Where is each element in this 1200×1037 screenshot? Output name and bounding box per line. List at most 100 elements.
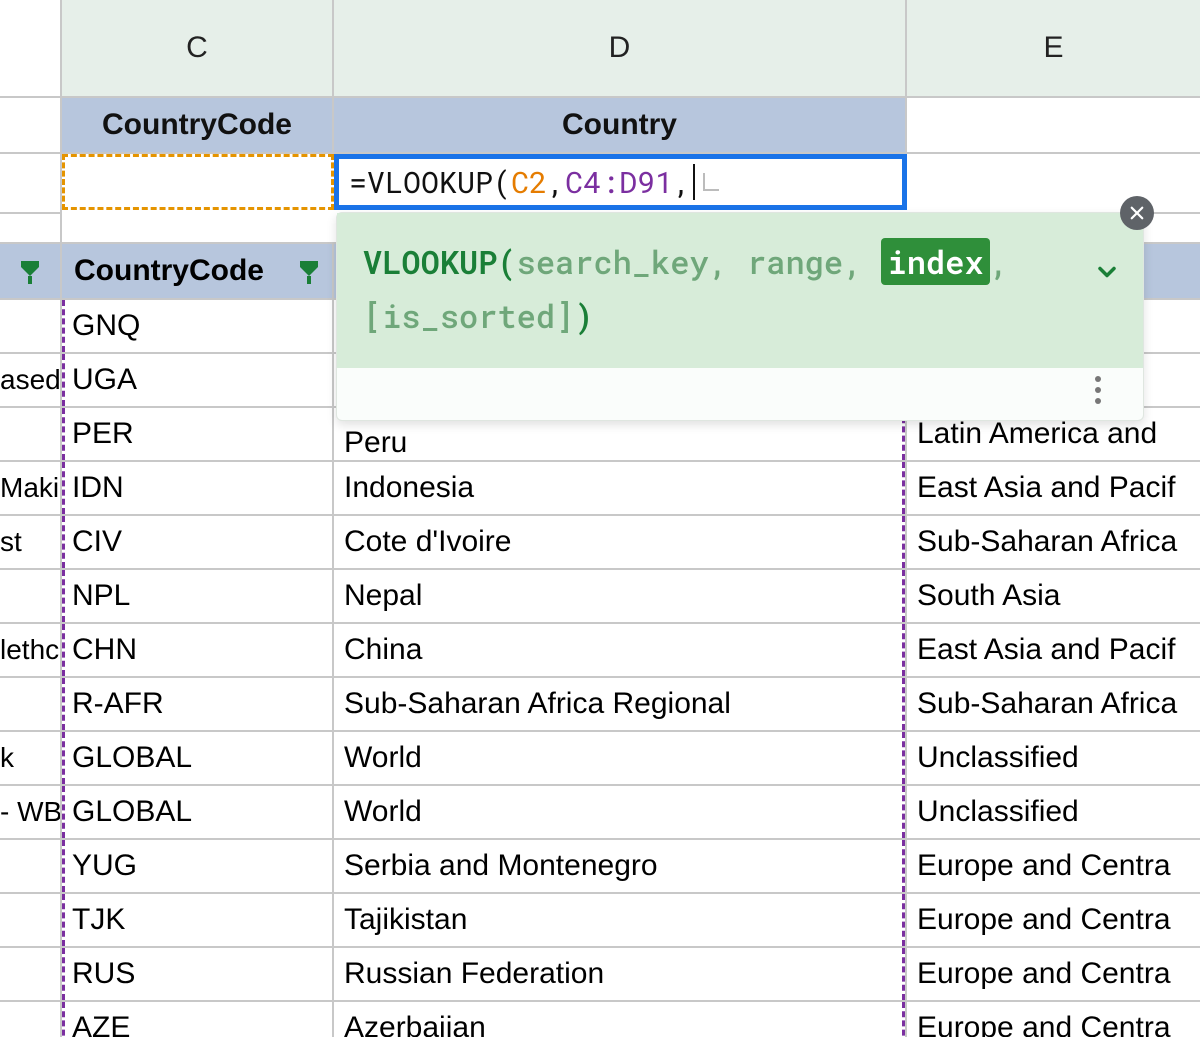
column-header-E[interactable]: E xyxy=(907,0,1200,96)
cell-countrycode[interactable]: IDN xyxy=(62,462,334,514)
range-border-left xyxy=(62,462,65,514)
cell-country[interactable]: Serbia and Montenegro xyxy=(334,840,907,892)
header-empty-E[interactable] xyxy=(907,98,1200,152)
table-row: NPLNepalSouth Asia xyxy=(0,570,1200,624)
cell-region[interactable]: East Asia and Pacif xyxy=(907,624,1200,676)
cell-countrycode[interactable]: YUG xyxy=(62,840,334,892)
cell-countrycode[interactable]: GLOBAL xyxy=(62,732,334,784)
text-caret xyxy=(693,164,695,200)
cell-B[interactable]: Makir xyxy=(0,462,62,514)
cell-country[interactable]: Tajikistan xyxy=(334,894,907,946)
cell-countrycode[interactable]: CIV xyxy=(62,516,334,568)
cell-region[interactable]: South Asia xyxy=(907,570,1200,622)
tooltip-param-search-key: search_key xyxy=(517,240,709,283)
cell-country[interactable]: World xyxy=(334,732,907,784)
formula-open-paren: ( xyxy=(493,163,511,202)
cell-country[interactable]: Azerbaijan xyxy=(334,1002,907,1037)
range-border-right xyxy=(902,840,905,892)
cell-B[interactable] xyxy=(0,678,62,730)
header-country[interactable]: Country xyxy=(334,98,907,152)
cell-countrycode[interactable]: R-AFR xyxy=(62,678,334,730)
cell-B-text: Makir xyxy=(0,472,62,504)
cell-country[interactable]: Nepal xyxy=(334,570,907,622)
cell-region[interactable]: Europe and Centra xyxy=(907,894,1200,946)
cell-region[interactable]: Europe and Centra xyxy=(907,948,1200,1000)
cell-B[interactable]: lethc xyxy=(0,624,62,676)
cell-country[interactable]: China xyxy=(334,624,907,676)
cell-B[interactable] xyxy=(0,570,62,622)
cell-countrycode[interactable]: GLOBAL xyxy=(62,786,334,838)
cell-countrycode[interactable]: GNQ xyxy=(62,300,334,352)
tooltip-more-button[interactable] xyxy=(1095,376,1101,404)
cell-country[interactable]: Sub-Saharan Africa Regional xyxy=(334,678,907,730)
range-border-right xyxy=(902,948,905,1000)
cell-B[interactable]: k xyxy=(0,732,62,784)
range-border-right xyxy=(902,624,905,676)
cell-country[interactable]: Cote d'Ivoire xyxy=(334,516,907,568)
cell-region[interactable]: Europe and Centra xyxy=(907,1002,1200,1037)
formula-edit-row: = VLOOKUP ( C2 , C4:D91 , xyxy=(0,154,1200,214)
tooltip-footer xyxy=(337,368,1143,420)
cell-country[interactable]: Russian Federation xyxy=(334,948,907,1000)
cell-B[interactable]: - WB xyxy=(0,786,62,838)
row-gutter xyxy=(0,98,62,152)
tooltip-signature: VLOOKUP(search_key, range, index, [is_so… xyxy=(337,213,1143,368)
cell-B[interactable] xyxy=(0,894,62,946)
filter-header-label: CountryCode xyxy=(74,254,264,288)
range-border-left xyxy=(62,624,65,676)
range-border-left xyxy=(62,516,65,568)
column-header-D[interactable]: D xyxy=(334,0,907,96)
cell-countrycode[interactable]: TJK xyxy=(62,894,334,946)
cell-region[interactable]: Europe and Centra xyxy=(907,840,1200,892)
range-border-right xyxy=(902,1002,905,1037)
cell-B-text: ased xyxy=(0,364,61,396)
cell-countrycode[interactable]: RUS xyxy=(62,948,334,1000)
column-header-C[interactable]: C xyxy=(62,0,334,96)
range-border-right xyxy=(902,462,905,514)
cell-countrycode[interactable]: UGA xyxy=(62,354,334,406)
tooltip-expand-button[interactable] xyxy=(1093,247,1121,301)
table-row: stCIVCote d'IvoireSub-Saharan Africa xyxy=(0,516,1200,570)
cell-country[interactable]: Indonesia xyxy=(334,462,907,514)
cell-B[interactable] xyxy=(0,948,62,1000)
range-border-left xyxy=(62,678,65,730)
user-header-row: CountryCode Country xyxy=(0,98,1200,154)
header-countrycode[interactable]: CountryCode xyxy=(62,98,334,152)
cell-region[interactable]: Unclassified xyxy=(907,786,1200,838)
cell-B[interactable] xyxy=(0,840,62,892)
cell-region[interactable]: East Asia and Pacif xyxy=(907,462,1200,514)
table-row: AZEAzerbaijanEurope and Centra xyxy=(0,1002,1200,1037)
table-row: RUSRussian FederationEurope and Centra xyxy=(0,948,1200,1002)
formula-arg1: C2 xyxy=(511,163,547,202)
tooltip-close-paren: ) xyxy=(574,294,593,337)
cell-region[interactable]: Sub-Saharan Africa xyxy=(907,516,1200,568)
table-row: - WBGLOBALWorldUnclassified xyxy=(0,786,1200,840)
tooltip-param-range: range xyxy=(747,240,843,283)
cell-E2[interactable] xyxy=(907,154,1200,214)
row-gutter xyxy=(0,214,62,242)
filter-icon[interactable] xyxy=(300,267,318,276)
cell-C2-reference[interactable] xyxy=(62,154,334,210)
cell-B[interactable]: ased xyxy=(0,354,62,406)
cell-countrycode[interactable]: CHN xyxy=(62,624,334,676)
cell-countrycode[interactable]: AZE xyxy=(62,1002,334,1037)
cell-countrycode[interactable]: NPL xyxy=(62,570,334,622)
filter-header-countrycode[interactable]: CountryCode xyxy=(62,244,334,298)
cell-B[interactable]: st xyxy=(0,516,62,568)
tooltip-sep: , xyxy=(843,240,881,283)
cell-countrycode[interactable]: PER xyxy=(62,408,334,460)
cell-region[interactable]: Unclassified xyxy=(907,732,1200,784)
cell-B[interactable] xyxy=(0,1002,62,1037)
filter-icon-left[interactable] xyxy=(0,244,62,298)
cell-region[interactable]: Sub-Saharan Africa xyxy=(907,678,1200,730)
cell-B[interactable] xyxy=(0,300,62,352)
range-border-left xyxy=(62,732,65,784)
tooltip-close-button[interactable] xyxy=(1120,196,1154,230)
range-border-right xyxy=(902,570,905,622)
cell-B[interactable] xyxy=(0,408,62,460)
table-row: YUGSerbia and MontenegroEurope and Centr… xyxy=(0,840,1200,894)
tooltip-fn: VLOOKUP xyxy=(363,240,497,283)
close-icon xyxy=(1128,204,1146,222)
cell-country[interactable]: World xyxy=(334,786,907,838)
cell-D2-formula-editor[interactable]: = VLOOKUP ( C2 , C4:D91 , xyxy=(334,154,907,210)
